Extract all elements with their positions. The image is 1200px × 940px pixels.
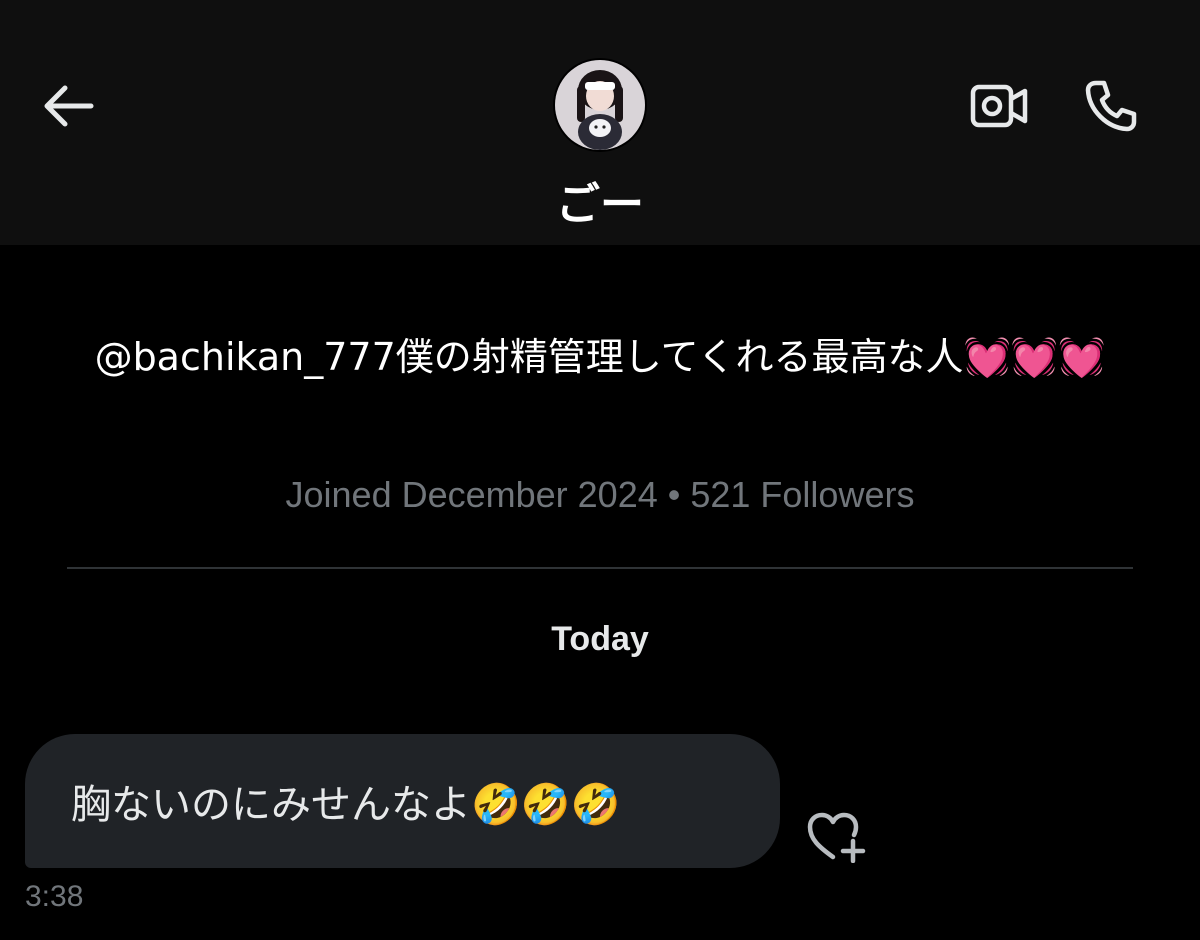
back-button[interactable] [38,78,98,134]
profile-avatar-image [555,60,645,150]
message-text: 胸ないのにみせんなよ🤣🤣🤣 [71,782,621,828]
message-timestamp: 3:38 [25,880,84,913]
voice-call-button[interactable] [1078,74,1144,138]
video-camera-icon [970,84,1028,128]
react-button[interactable] [804,808,868,864]
divider [67,567,1133,569]
phone-icon [1085,80,1137,132]
video-call-button[interactable] [966,76,1032,136]
profile-bio: @bachikan_777僕の射精管理してくれる最高な人💓💓💓 [94,335,1106,379]
avatar[interactable] [555,60,645,150]
heart-plus-icon [807,812,866,863]
arrow-left-icon [44,85,94,127]
conversation-header: ごー [0,0,1200,245]
profile-meta: Joined December 2024 • 521 Followers [285,474,915,515]
contact-name[interactable]: ごー [0,168,1200,232]
date-separator: Today [551,620,649,658]
message-bubble[interactable]: 胸ないのにみせんなよ🤣🤣🤣 [25,734,780,868]
